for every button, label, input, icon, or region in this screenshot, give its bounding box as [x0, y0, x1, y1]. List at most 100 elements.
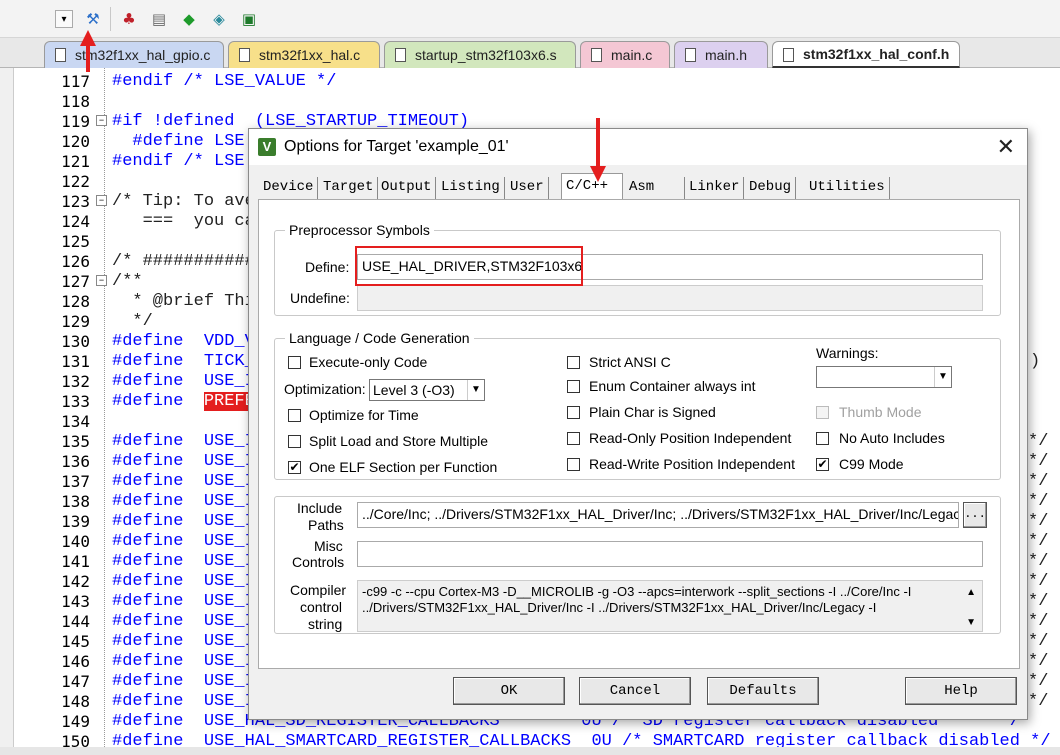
undefine-input[interactable]	[357, 285, 983, 311]
manage-components-icon[interactable]: ♣	[118, 8, 140, 30]
ok-button[interactable]: OK	[453, 677, 565, 705]
execute-only-checkbox[interactable]	[288, 356, 301, 369]
line-number: 147	[61, 672, 90, 691]
scroll-up-icon[interactable]: ▲	[966, 585, 976, 601]
select-device-icon[interactable]: ▣	[238, 8, 260, 30]
optimize-time-checkbox[interactable]	[288, 409, 301, 422]
code-line-comment-end: */	[1028, 452, 1049, 471]
fold-toggle-icon[interactable]: −	[96, 115, 107, 126]
chevron-down-icon: ▼	[467, 380, 484, 400]
misc-label-1: Misc	[314, 538, 343, 554]
warnings-select[interactable]: ▼	[816, 366, 952, 388]
code-line-comment-end: */	[1028, 512, 1049, 531]
ro-pi-checkbox[interactable]	[567, 432, 580, 445]
line-number: 125	[61, 232, 90, 251]
tab-debug[interactable]: Debug	[745, 177, 797, 199]
split-load-checkbox[interactable]	[288, 435, 301, 448]
line-number: 124	[61, 212, 90, 231]
line-number: 126	[61, 252, 90, 271]
optimization-select[interactable]: Level 3 (-O3) ▼	[369, 379, 485, 401]
line-number: 128	[61, 292, 90, 311]
scroll-down-icon[interactable]: ▼	[966, 615, 976, 631]
browse-include-button[interactable]: ...	[963, 502, 987, 528]
tab-asm[interactable]: Asm	[625, 177, 685, 199]
strict-ansi-checkbox[interactable]	[567, 356, 580, 369]
code-line-define: #define USE_I	[112, 432, 255, 451]
tab-target[interactable]: Target	[319, 177, 379, 199]
code-line-127: /**	[112, 272, 143, 291]
file-extensions-icon[interactable]: ▤	[148, 8, 170, 30]
plain-char-checkbox[interactable]	[567, 406, 580, 419]
code-line-121: #endif /* LSE	[112, 152, 245, 171]
compiler-line-2: ../Drivers/STM32F1xx_HAL_Driver/Inc -I .…	[362, 600, 877, 615]
line-number: 121	[61, 152, 90, 171]
line-number: 139	[61, 512, 90, 531]
line-number: 146	[61, 652, 90, 671]
file-tab-startup[interactable]: startup_stm32f103x6.s	[384, 41, 576, 68]
tab-utilities[interactable]: Utilities	[805, 177, 890, 199]
optimization-label: Optimization:	[284, 381, 366, 397]
code-line-define: #define USE_I	[112, 552, 255, 571]
file-tab-label: stm32f1xx_hal_gpio.c	[75, 47, 211, 63]
toolbar: ▾ ⚒ ♣ ▤ ◆ ◈ ▣	[0, 0, 1060, 38]
tab-listing[interactable]: Listing	[437, 177, 505, 199]
code-line-133: #define PREFE	[112, 392, 255, 411]
code-line-comment-end: */	[1028, 552, 1049, 571]
horizontal-scrollbar[interactable]	[0, 747, 1060, 755]
thumb-mode-checkbox[interactable]	[816, 406, 829, 419]
compiler-label-3: string	[308, 616, 343, 632]
file-icon	[239, 48, 250, 62]
file-tab-hal[interactable]: stm32f1xx_hal.c	[228, 41, 380, 68]
tab-user[interactable]: User	[506, 177, 549, 199]
one-elf-label: One ELF Section per Function	[309, 459, 498, 475]
code-line-comment-end: */	[1028, 592, 1049, 611]
dialog-title-bar[interactable]: V Options for Target 'example_01' ✕	[249, 129, 1027, 165]
defaults-button[interactable]: Defaults	[707, 677, 819, 705]
fold-toggle-icon[interactable]: −	[96, 275, 107, 286]
preprocessor-group-label: Preprocessor Symbols	[285, 222, 434, 238]
optimize-time-label: Optimize for Time	[309, 407, 419, 423]
dialog-tab-bar: Device Target Output Listing User C/C++ …	[259, 173, 1019, 201]
annotation-arrow-tab	[596, 118, 600, 168]
tab-device[interactable]: Device	[259, 177, 319, 199]
close-icon[interactable]: ✕	[997, 135, 1015, 160]
code-line-define: #define USE_I	[112, 692, 255, 711]
one-elf-checkbox[interactable]: ✔	[288, 461, 301, 474]
no-auto-includes-checkbox[interactable]	[816, 432, 829, 445]
code-line-126: /* ###########	[112, 252, 255, 271]
cancel-button[interactable]: Cancel	[579, 677, 691, 705]
fold-toggle-icon[interactable]: −	[96, 195, 107, 206]
code-line-123: /* Tip: To ave	[112, 192, 255, 211]
file-tab-main-c[interactable]: main.c	[580, 41, 670, 68]
tab-output[interactable]: Output	[377, 177, 437, 199]
file-tab-gpio[interactable]: stm32f1xx_hal_gpio.c	[44, 41, 224, 68]
line-number: 122	[61, 172, 90, 191]
file-tab-hal-conf[interactable]: stm32f1xx_hal_conf.h	[772, 41, 960, 68]
dropdown-icon[interactable]: ▾	[55, 10, 73, 28]
pack-installer-icon[interactable]: ◈	[208, 8, 230, 30]
line-number-gutter: 117 118 119 120 121 122 123 124 125 126 127 128 129 1…	[14, 68, 98, 755]
toolbar-separator	[110, 7, 111, 31]
magic-wand-icon[interactable]: ⚒	[82, 8, 104, 30]
code-line-define: #define USE_I	[112, 592, 255, 611]
file-tab-main-h[interactable]: main.h	[674, 41, 768, 68]
c99-mode-checkbox[interactable]: ✔	[816, 458, 829, 471]
line-number: 119	[61, 112, 90, 131]
compiler-control-string[interactable]: -c99 -c --cpu Cortex-M3 -D__MICROLIB -g …	[357, 580, 983, 632]
line-number: 149	[61, 712, 90, 731]
line-number: 142	[61, 572, 90, 591]
include-paths-input[interactable]: ../Core/Inc; ../Drivers/STM32F1xx_HAL_Dr…	[357, 502, 959, 528]
help-button[interactable]: Help	[905, 677, 1017, 705]
strict-ansi-label: Strict ANSI C	[589, 354, 671, 370]
run-time-env-icon[interactable]: ◆	[178, 8, 200, 30]
code-line-define: #define USE_I	[112, 612, 255, 631]
no-auto-includes-label: No Auto Includes	[839, 430, 945, 446]
enum-container-checkbox[interactable]	[567, 380, 580, 393]
code-line-define: #define USE_I	[112, 532, 255, 551]
tab-linker[interactable]: Linker	[685, 177, 745, 199]
rw-pi-checkbox[interactable]	[567, 458, 580, 471]
options-dialog: V Options for Target 'example_01' ✕ Devi…	[248, 128, 1028, 720]
misc-controls-input[interactable]	[357, 541, 983, 567]
c99-mode-label: C99 Mode	[839, 456, 904, 472]
annotation-arrowhead-tab	[590, 166, 606, 182]
